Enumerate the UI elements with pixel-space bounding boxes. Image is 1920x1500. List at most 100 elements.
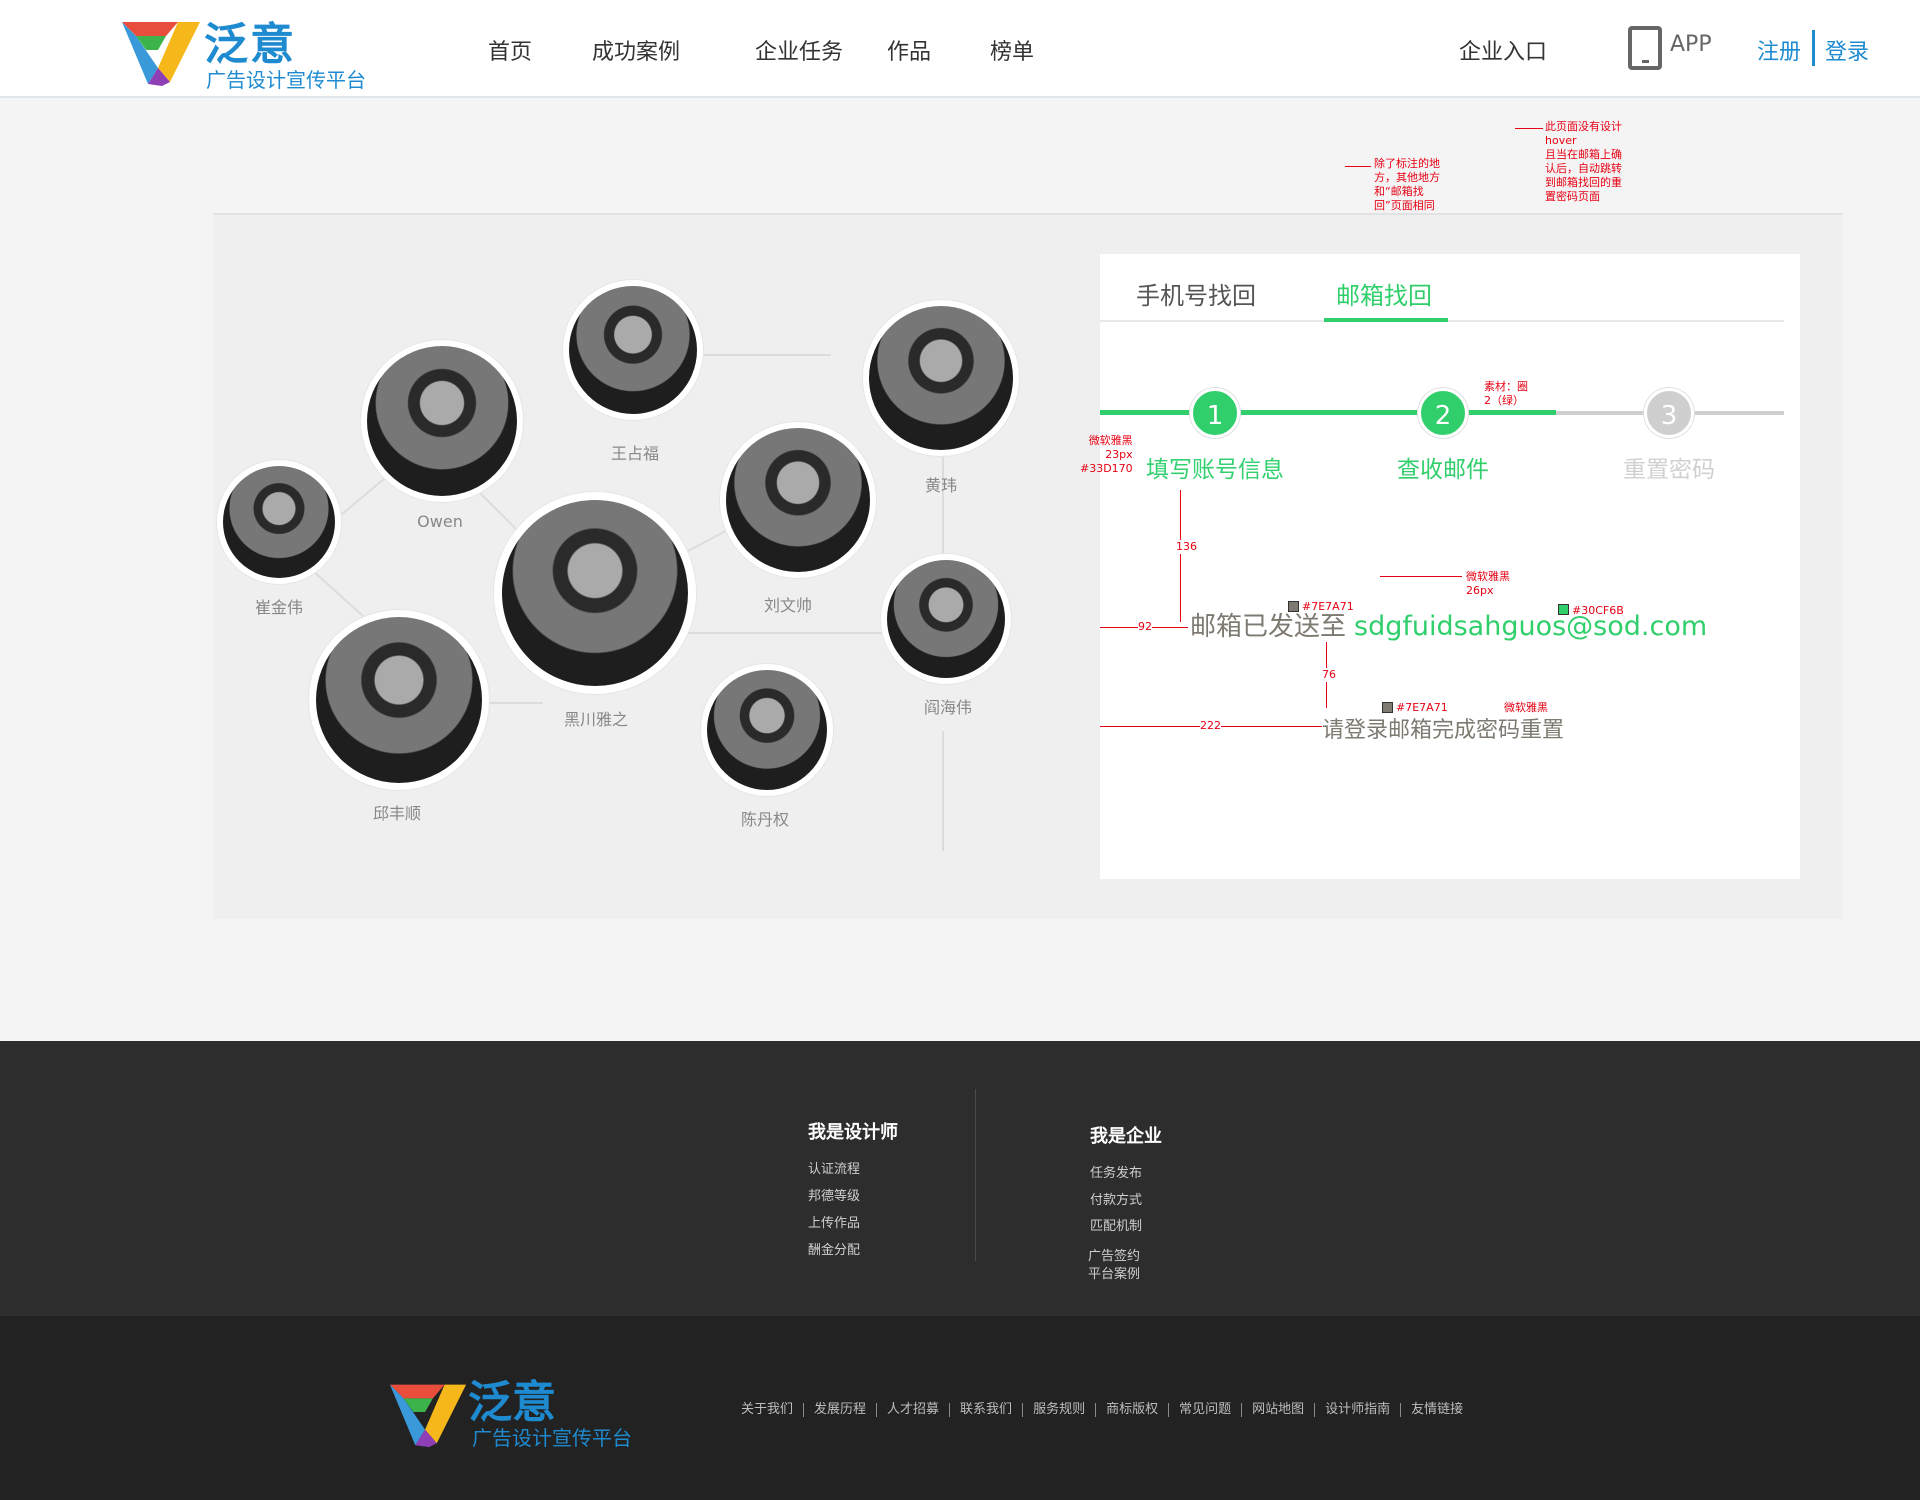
annotation-hint-font: 微软雅黑 xyxy=(1504,701,1548,714)
designer-name: Owen xyxy=(417,512,463,531)
color-swatch xyxy=(1558,604,1569,615)
designer-avatar[interactable] xyxy=(863,300,1019,456)
tab-phone-recovery[interactable]: 手机号找回 xyxy=(1136,276,1256,311)
logo-slogan: 广告设计宣传平台 xyxy=(206,68,366,92)
footer-logo-name: 泛意 xyxy=(468,1377,556,1428)
footer-link[interactable]: 上传作品 xyxy=(808,1212,860,1231)
designer-name: 黄玮 xyxy=(924,476,958,495)
designer-photo xyxy=(223,466,335,578)
nav-enterprise-tasks[interactable]: 企业任务 xyxy=(755,34,843,66)
site-logo[interactable]: 泛意 广告设计宣传平台 xyxy=(118,10,378,92)
footer-bottom-link[interactable]: 发展历程 xyxy=(804,1403,878,1417)
designer-avatar[interactable] xyxy=(701,664,833,796)
footer-bottom-link[interactable]: 常见问题 xyxy=(1169,1403,1243,1417)
annotation-step-material: 素材：圈 2（绿） xyxy=(1484,380,1528,407)
designer-name: 陈丹权 xyxy=(740,810,790,829)
login-email-hint: 请登录邮箱完成密码重置 xyxy=(1322,718,1565,743)
designer-avatar[interactable] xyxy=(720,422,876,578)
designer-avatar[interactable] xyxy=(217,460,341,584)
app-label: APP xyxy=(1670,32,1712,57)
graph-link xyxy=(483,702,543,704)
designer-photo xyxy=(887,560,1005,678)
register-link[interactable]: 注册 xyxy=(1757,34,1801,66)
logo-mark-icon xyxy=(389,1384,467,1448)
auth-divider xyxy=(1812,30,1815,66)
annotation-email-font: 微软雅黑 26px xyxy=(1466,570,1510,597)
designer-photo xyxy=(502,500,688,686)
footer-links-section xyxy=(0,1041,1920,1316)
enterprise-entry-link[interactable]: 企业入口 xyxy=(1459,34,1547,66)
login-link[interactable]: 登录 xyxy=(1825,34,1869,66)
footer-logo-slogan: 广告设计宣传平台 xyxy=(472,1426,632,1450)
step-2-circle: 2 xyxy=(1418,388,1468,438)
designer-photo xyxy=(367,346,517,496)
designer-avatar[interactable] xyxy=(563,280,703,420)
nav-success-cases[interactable]: 成功案例 xyxy=(592,34,680,66)
top-header: 泛意 广告设计宣传平台 首页 成功案例 企业任务 作品 榜单 企业入口 APP … xyxy=(0,0,1920,98)
password-recovery-card: 手机号找回 邮箱找回 1 2 3 填写账号信息 查收邮件 重置密码 邮箱已发送至… xyxy=(1080,254,1800,879)
step-3-label: 重置密码 xyxy=(1623,457,1715,483)
designer-avatar[interactable] xyxy=(309,610,489,790)
nav-rankings[interactable]: 榜单 xyxy=(990,34,1034,66)
footer-bottom-links: 关于我们 发展历程 人才招募 联系我们 服务规则 商标版权 常见问题 网站地图 … xyxy=(741,1400,1473,1420)
email-sent-prefix: 邮箱已发送至 xyxy=(1190,612,1347,642)
nav-works[interactable]: 作品 xyxy=(887,34,931,66)
footer-link[interactable]: 平台案例 xyxy=(1088,1263,1140,1282)
footer-bottom-link[interactable]: 联系我们 xyxy=(950,1403,1024,1417)
footer-link[interactable]: 邦德等级 xyxy=(808,1185,860,1204)
footer-bottom-link[interactable]: 服务规则 xyxy=(1023,1403,1097,1417)
footer-bottom-link[interactable]: 友情链接 xyxy=(1401,1403,1473,1417)
annotation-hint-color: #7E7A71 xyxy=(1396,701,1448,714)
tablet-icon xyxy=(1628,26,1662,70)
annotation-leader xyxy=(1345,166,1371,167)
annotation-measure xyxy=(1180,490,1181,622)
footer-logo[interactable]: 泛意 广告设计宣传平台 xyxy=(386,1370,666,1456)
footer-link[interactable]: 匹配机制 xyxy=(1090,1215,1142,1234)
designer-photo xyxy=(569,286,697,414)
step-progress-done xyxy=(1100,410,1556,415)
footer-link[interactable]: 广告签约 xyxy=(1088,1245,1140,1264)
footer-designer-title: 我是设计师 xyxy=(808,1122,898,1143)
designer-avatar[interactable] xyxy=(881,554,1011,684)
footer-link[interactable]: 任务发布 xyxy=(1090,1162,1142,1181)
step-1-circle: 1 xyxy=(1190,388,1240,438)
footer-enterprise-title: 我是企业 xyxy=(1090,1126,1162,1147)
footer-bottom-link[interactable]: 关于我们 xyxy=(741,1403,805,1417)
designer-name: 刘文帅 xyxy=(763,596,813,615)
email-sent-message: 邮箱已发送至 sdgfuidsahguos@sod.com xyxy=(1190,606,1707,643)
designer-photo xyxy=(726,428,870,572)
footer-link[interactable]: 付款方式 xyxy=(1090,1189,1142,1208)
designer-photo xyxy=(707,670,827,790)
tab-active-indicator xyxy=(1324,318,1448,322)
annotation-gap-76: 76 xyxy=(1322,668,1336,682)
designer-avatar[interactable] xyxy=(494,492,696,694)
graph-link xyxy=(701,354,831,356)
annotation-same-note: 除了标注的地 方，其他地方 和“邮箱找 回”页面相同 xyxy=(1374,157,1440,212)
annotation-gap-136: 136 xyxy=(1176,540,1197,554)
tab-email-recovery[interactable]: 邮箱找回 xyxy=(1336,276,1432,311)
logo-mark-icon xyxy=(122,22,200,86)
annotation-gap-92: 92 xyxy=(1138,620,1152,634)
footer-bottom-link[interactable]: 商标版权 xyxy=(1096,1403,1170,1417)
annotation-sent-color: #7E7A71 xyxy=(1302,600,1354,613)
designer-name: 阎海伟 xyxy=(923,698,973,717)
designer-name: 王占福 xyxy=(610,444,660,463)
footer-link[interactable]: 认证流程 xyxy=(808,1158,860,1177)
designer-photo xyxy=(869,306,1013,450)
nav-home[interactable]: 首页 xyxy=(488,34,532,66)
annotation-step-font: 微软雅黑 23px #33D170 xyxy=(1080,434,1133,475)
footer-link[interactable]: 酬金分配 xyxy=(808,1239,860,1258)
designer-name: 邱丰顺 xyxy=(372,804,422,823)
designer-name: 黑川雅之 xyxy=(563,710,629,729)
designer-avatar[interactable] xyxy=(361,340,523,502)
step-2-label: 查收邮件 xyxy=(1397,457,1489,483)
footer-bottom-link[interactable]: 网站地图 xyxy=(1242,1403,1316,1417)
graph-link xyxy=(942,731,944,851)
sent-email-address[interactable]: sdgfuidsahguos@sod.com xyxy=(1354,611,1707,642)
footer-bottom-link[interactable]: 人才招募 xyxy=(877,1403,951,1417)
color-swatch xyxy=(1288,601,1299,612)
footer-bottom-link[interactable]: 设计师指南 xyxy=(1315,1403,1402,1417)
annotation-hover-note: 此页面没有设计 hover 且当在邮箱上确 认后，自动跳转 到邮箱找回的重 置密… xyxy=(1545,120,1622,203)
annotation-gap-222: 222 xyxy=(1200,719,1221,733)
annotation-leader xyxy=(1380,576,1462,577)
